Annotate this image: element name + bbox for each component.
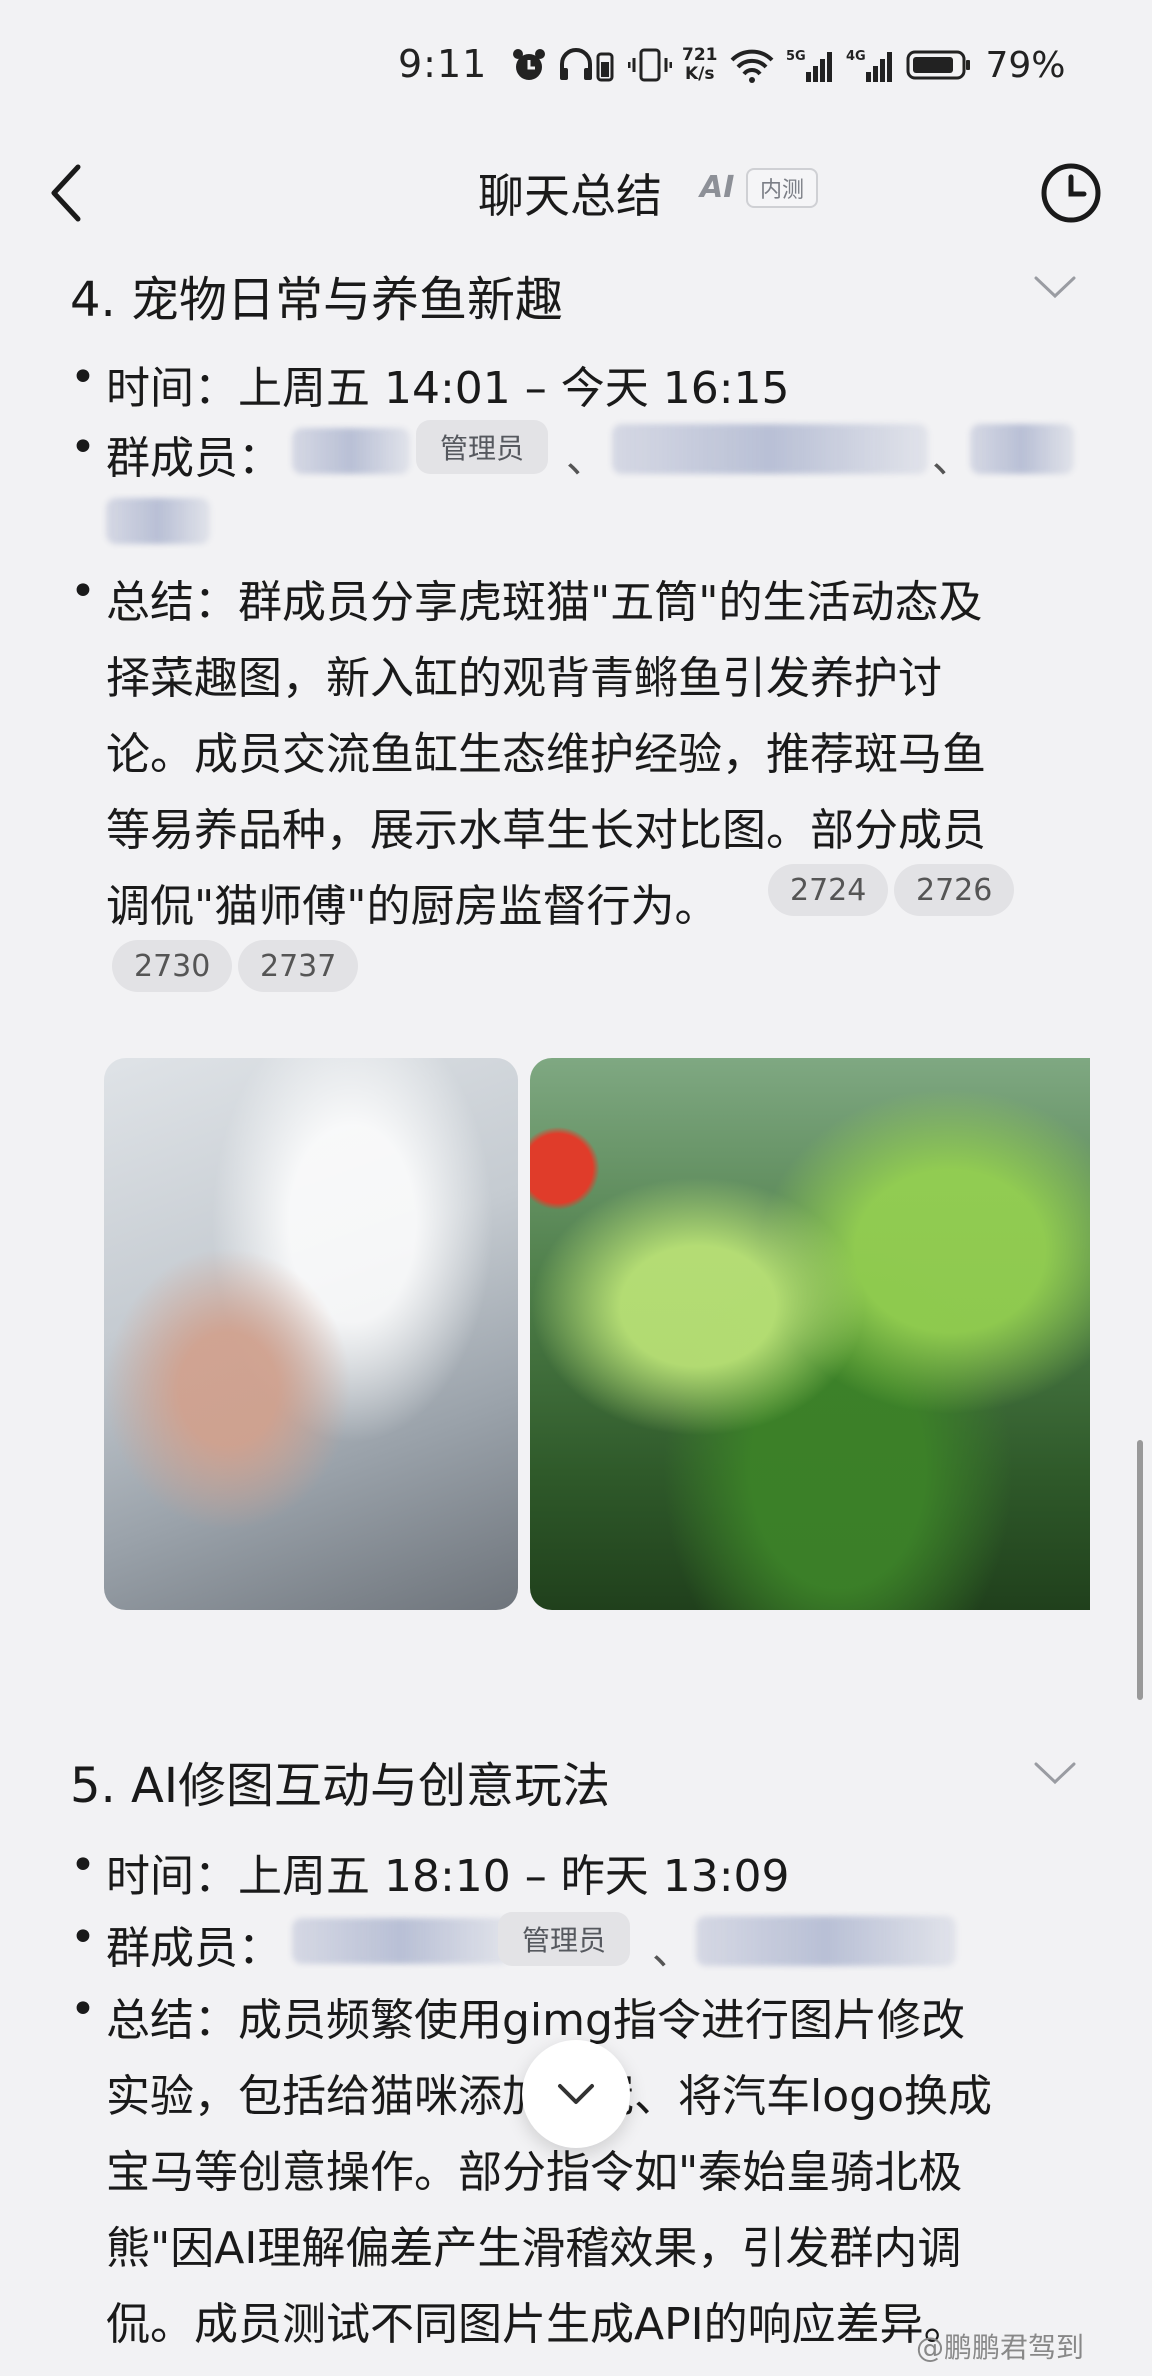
separator: 、 — [566, 436, 606, 482]
history-clock-icon[interactable] — [1038, 160, 1104, 226]
blurred-member-name[interactable] — [696, 1916, 956, 1966]
vibrate-icon — [628, 48, 672, 82]
separator: 、 — [652, 1928, 692, 1974]
bullet: • — [70, 1984, 96, 2035]
headphones-battery-icon — [560, 48, 614, 82]
status-time: 9:11 — [398, 42, 488, 86]
signal-4g-label: 4G — [846, 49, 866, 64]
message-ref-chip[interactable]: 2726 — [894, 864, 1015, 916]
chevron-down-icon[interactable] — [1030, 1758, 1080, 1788]
signal-5g-label: 5G — [786, 49, 806, 64]
section-title: 4. 宠物日常与养鱼新趣 — [70, 272, 564, 328]
watermark: @鹏鹏君驾到 — [916, 2331, 1085, 2364]
summary-line: 总结：群成员分享虎斑猫"五筒"的生活动态及 — [106, 577, 983, 628]
bullet: • — [70, 422, 96, 473]
summary-line: 总结：成员频繁使用gimg指令进行图片修改 — [106, 1995, 965, 2046]
separator: 、 — [932, 436, 972, 482]
summary-line: 等易养品种，展示水草生长对比图。部分成员 — [106, 805, 986, 856]
summary-line: 调侃"猫师傅"的厨房监督行为。 — [106, 881, 719, 932]
bullet: • — [70, 1912, 96, 1963]
chevron-left-icon — [51, 164, 81, 222]
section-time: 时间：上周五 18:10 – 昨天 13:09 — [106, 1851, 790, 1902]
summary-line: 熊"因AI理解偏差产生滑稽效果，引发群内调 — [106, 2223, 962, 2274]
net-speed: 721 K/s — [682, 46, 718, 84]
section-time: 时间：上周五 14:01 – 今天 16:15 — [106, 363, 790, 414]
admin-tag: 管理员 — [498, 1912, 631, 1966]
battery-percent: 79% — [985, 44, 1066, 86]
status-icons: 721 K/s 5G 4G 79% — [510, 40, 1066, 90]
page-title: 聊天总结 — [478, 169, 662, 223]
scroll-down-button[interactable] — [522, 2040, 630, 2148]
wifi-icon — [730, 49, 773, 83]
signal-5g-icon: 5G — [786, 49, 832, 82]
admin-tag: 管理员 — [416, 420, 549, 474]
section-title: 5. AI修图互动与创意玩法 — [70, 1758, 611, 1814]
status-bar: 9:11 721 K/s 5G 4G 79% — [0, 0, 1152, 130]
message-ref-chip[interactable]: 2724 — [768, 864, 889, 916]
message-ref-chip[interactable]: 2730 — [112, 940, 233, 992]
summary-line: 论。成员交流鱼缸生态维护经验，推荐斑马鱼 — [106, 729, 986, 780]
beta-badge: 内测 — [746, 168, 819, 208]
message-ref-chip[interactable]: 2737 — [238, 940, 359, 992]
blurred-member-name[interactable] — [292, 428, 410, 474]
chevron-down-icon[interactable] — [1030, 272, 1080, 302]
summary-line: 择菜趣图，新入缸的观背青鳉鱼引发养护讨 — [106, 653, 942, 704]
blurred-member-name[interactable] — [292, 1918, 510, 1964]
ai-label: AI — [700, 170, 735, 205]
chevron-down-icon — [558, 2084, 594, 2104]
app-header: 聊天总结 AI 内测 — [0, 130, 1152, 260]
members-label: 群成员： — [106, 433, 282, 484]
summary-line: 宝马等创意操作。部分指令如"秦始皇骑北极 — [106, 2147, 963, 2198]
back-button[interactable] — [36, 158, 96, 228]
alarm-icon — [513, 49, 545, 80]
blurred-member-name[interactable] — [106, 498, 210, 544]
bullet: • — [70, 566, 96, 617]
blurred-member-name[interactable] — [970, 424, 1074, 474]
net-speed-value: 721 — [682, 45, 718, 65]
signal-4g-icon: 4G — [846, 49, 892, 82]
summary-line: 侃。成员测试不同图片生成API的响应差异。 — [106, 2299, 968, 2350]
bullet: • — [70, 352, 96, 403]
net-speed-unit: K/s — [684, 64, 715, 84]
members-label: 群成员： — [106, 1923, 282, 1974]
scrollbar[interactable] — [1137, 1440, 1143, 1700]
fish-bag-photo[interactable] — [104, 1058, 518, 1610]
summary-list[interactable]: 4. 宠物日常与养鱼新趣 • 时间：上周五 14:01 – 今天 16:15 •… — [0, 260, 1152, 2376]
battery-icon — [906, 50, 970, 80]
aquarium-photo[interactable] — [530, 1058, 1090, 1610]
blurred-member-name[interactable] — [612, 424, 928, 474]
bullet: • — [70, 1840, 96, 1891]
